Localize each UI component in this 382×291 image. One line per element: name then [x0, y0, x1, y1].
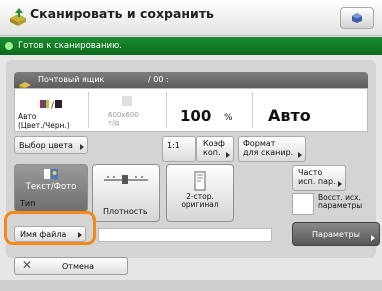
parameters-button[interactable]: Параметры: [292, 222, 380, 246]
bottom-bar: [0, 280, 382, 291]
scan-format-button[interactable]: Формат для сканир.: [238, 136, 306, 162]
color-mode-value: Авто (Цвет./Черн.): [18, 112, 70, 130]
close-icon: ✕: [22, 258, 33, 272]
parameters-label: Параметры: [312, 229, 360, 239]
color-select-label: Выбор цвета: [19, 141, 73, 150]
divider: [166, 92, 167, 128]
duplex-original-button[interactable]: 2-стор. оригинал: [166, 164, 234, 222]
zoom-unit: %: [224, 113, 233, 123]
status-ready-icon: [5, 42, 13, 50]
resolution-value: 600x600 т/д: [108, 111, 139, 127]
density-label: Плотность: [103, 207, 148, 216]
divider: [252, 92, 253, 128]
zoom-factor-button[interactable]: Коэф коп.: [196, 136, 234, 162]
type-label: Тип: [20, 199, 36, 208]
zoom-value: 100: [180, 107, 212, 125]
restore-checkbox[interactable]: [292, 193, 314, 215]
text-photo-icon: [15, 168, 87, 182]
menu-button[interactable]: [340, 7, 374, 29]
status-bar: Готов к сканированию.: [0, 37, 382, 55]
svg-text:/: /: [51, 101, 55, 109]
mailbox-label: Почтовый ящик: [38, 75, 105, 84]
frequent-settings-button[interactable]: Часто исп. пар.: [292, 165, 346, 191]
divider: [88, 92, 89, 128]
ratio-one-label: 1:1: [167, 141, 180, 150]
density-slider-icon: [102, 173, 150, 187]
ratio-one-button[interactable]: 1:1: [162, 136, 196, 162]
file-name-button[interactable]: Имя файла: [14, 226, 86, 242]
scan-save-icon: [8, 6, 28, 28]
restore-defaults-label: Восст. исх. параметры: [318, 193, 363, 210]
resolution-icon: [122, 96, 132, 106]
type-value: Текст/Фото: [25, 182, 77, 192]
status-text: Готов к сканированию.: [18, 41, 122, 51]
mailbox-icon: [18, 75, 32, 90]
cancel-label: Отмена: [62, 262, 95, 271]
page-title: Сканировать и сохранить: [30, 6, 214, 21]
mailbox-header: Почтовый ящик: [14, 72, 368, 88]
color-mode-icon: /: [40, 94, 62, 113]
duplex-page-icon: [167, 171, 233, 193]
scan-size-value: Авто: [268, 106, 311, 125]
mailbox-number: / 00 :: [148, 75, 169, 84]
duplex-label: 2-стор. оригинал: [181, 192, 219, 209]
file-name-label: Имя файла: [20, 230, 67, 239]
color-select-button[interactable]: Выбор цвета: [14, 136, 88, 154]
file-name-field[interactable]: [98, 228, 272, 242]
menu-icon: [351, 9, 363, 28]
